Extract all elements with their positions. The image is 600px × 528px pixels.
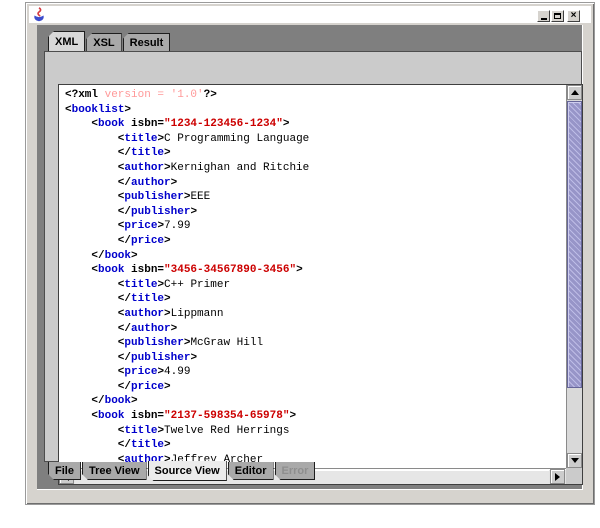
code-line: <title>Twelve Red Herrings (65, 424, 566, 439)
screen: × XMLXSLResult <?xml version = '1.0'?><b… (0, 0, 600, 528)
code-line: </title> (65, 438, 566, 453)
code-line: <publisher>McGraw Hill (65, 336, 566, 351)
xml-code: <?xml version = '1.0'?><booklist> <book … (59, 85, 566, 467)
code-line: </publisher> (65, 205, 566, 220)
code-line: </title> (65, 292, 566, 307)
arrow-up-icon (571, 90, 579, 95)
code-line: <book isbn="3456-34567890-3456"> (65, 263, 566, 278)
tab-content-pane: <?xml version = '1.0'?><booklist> <book … (44, 51, 582, 462)
arrow-down-icon (571, 458, 579, 463)
scroll-up-button[interactable] (567, 85, 582, 100)
code-line: <author>Lippmann (65, 307, 566, 322)
scroll-right-button[interactable] (550, 469, 565, 484)
code-line: </author> (65, 322, 566, 337)
maximize-icon (554, 13, 561, 19)
app-window: × XMLXSLResult <?xml version = '1.0'?><b… (25, 2, 595, 505)
top-tab-xsl[interactable]: XSL (86, 33, 121, 51)
scroll-down-button[interactable] (567, 453, 582, 468)
vertical-scrollbar-thumb[interactable] (567, 101, 582, 388)
titlebar[interactable]: × (29, 6, 591, 23)
code-line: </publisher> (65, 351, 566, 366)
code-line: </book> (65, 394, 566, 409)
code-line: </author> (65, 176, 566, 191)
code-line: </price> (65, 380, 566, 395)
code-line: <title>C++ Primer (65, 278, 566, 293)
code-line: </book> (65, 249, 566, 264)
editor-scroll-pane: <?xml version = '1.0'?><booklist> <book … (58, 84, 583, 485)
close-button[interactable]: × (567, 10, 580, 22)
code-line: <publisher>EEE (65, 190, 566, 205)
code-line: <price>7.99 (65, 219, 566, 234)
minimize-button[interactable] (537, 10, 550, 22)
bottom-tab-tree-view[interactable]: Tree View (82, 462, 147, 480)
code-line: <author>Kernighan and Ritchie (65, 161, 566, 176)
code-line: </title> (65, 146, 566, 161)
top-tab-result[interactable]: Result (123, 33, 171, 51)
code-line: </price> (65, 234, 566, 249)
scrollbar-corner (566, 468, 582, 484)
maximize-button[interactable] (551, 10, 564, 22)
java-coffee-cup-icon (32, 7, 46, 22)
bottom-tab-bar: FileTree ViewSource ViewEditorError (48, 462, 316, 482)
bottom-tab-source-view[interactable]: Source View (148, 461, 227, 481)
xml-source-textarea[interactable]: <?xml version = '1.0'?><booklist> <book … (59, 85, 566, 468)
code-line: <book isbn="2137-598354-65978"> (65, 409, 566, 424)
code-line: <title>C Programming Language (65, 132, 566, 147)
code-line: <book isbn="1234-123456-1234"> (65, 117, 566, 132)
arrow-right-icon (555, 473, 560, 481)
code-line: <?xml version = '1.0'?> (65, 88, 566, 103)
vertical-scrollbar[interactable] (566, 85, 582, 468)
bottom-tab-editor[interactable]: Editor (228, 462, 274, 480)
top-tab-bar: XMLXSLResult (48, 31, 171, 51)
code-line: <booklist> (65, 103, 566, 118)
bottom-tab-error: Error (275, 462, 316, 480)
main-panel: XMLXSLResult <?xml version = '1.0'?><boo… (37, 25, 583, 490)
code-line: <price>4.99 (65, 365, 566, 380)
bottom-tab-file[interactable]: File (48, 462, 81, 480)
close-icon: × (571, 11, 577, 21)
minimize-icon (541, 18, 547, 20)
top-tab-xml[interactable]: XML (48, 31, 85, 51)
